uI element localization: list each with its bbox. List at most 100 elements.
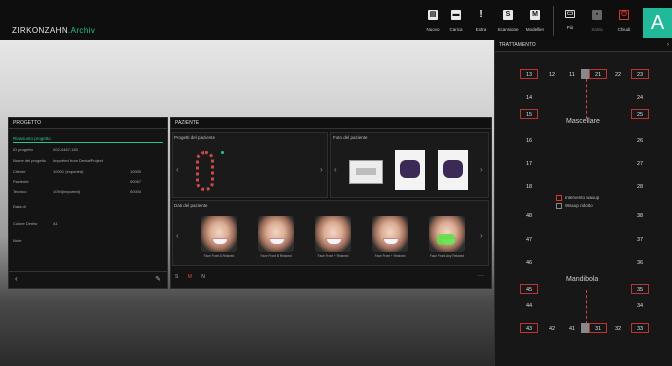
face-photo-label: Face Front + Relaxed bbox=[374, 254, 406, 258]
row-code: 00004 bbox=[130, 189, 142, 194]
tooth-33[interactable]: 33 bbox=[631, 323, 649, 333]
row-value: A1 bbox=[53, 221, 58, 226]
new-file-icon: ▤ bbox=[428, 10, 438, 20]
tooth-41[interactable]: 41 bbox=[563, 323, 581, 333]
face-photo[interactable] bbox=[372, 216, 408, 252]
row-code: 10000 bbox=[130, 169, 142, 174]
close-button[interactable]: ⏻ Chiudi bbox=[611, 10, 637, 36]
projects-next-arrow-icon[interactable]: › bbox=[320, 165, 323, 174]
extra-button[interactable]: ! Extra bbox=[468, 10, 494, 36]
tooth-43[interactable]: 43 bbox=[520, 323, 538, 333]
photo-thumbnail[interactable] bbox=[438, 150, 468, 190]
tooth-35[interactable]: 35 bbox=[631, 284, 649, 294]
tooth-26[interactable]: 26 bbox=[631, 135, 649, 145]
face-photo[interactable] bbox=[258, 216, 294, 252]
size-tabs: S M N bbox=[175, 274, 205, 280]
row-label: Nome del progetto bbox=[13, 158, 46, 163]
face-photo[interactable] bbox=[201, 216, 237, 252]
tooth-23[interactable]: 23 bbox=[631, 69, 649, 79]
tooth-44[interactable]: 44 bbox=[520, 300, 538, 310]
tooth-17[interactable]: 17 bbox=[520, 158, 538, 168]
data-prev-arrow-icon[interactable]: ‹ bbox=[176, 231, 179, 240]
legend-reduced-label: Waxup ridotto bbox=[565, 203, 593, 209]
row-code: 00067 bbox=[130, 179, 142, 184]
photos-prev-arrow-icon[interactable]: ‹ bbox=[334, 165, 337, 174]
back-arrow-icon[interactable]: ‹ bbox=[15, 274, 18, 283]
red-square-icon bbox=[556, 195, 562, 201]
midline-marker bbox=[581, 69, 589, 79]
tooth-22[interactable]: 22 bbox=[609, 69, 627, 79]
load-button[interactable]: ▬ Carica bbox=[443, 10, 469, 36]
data-next-arrow-icon[interactable]: › bbox=[480, 231, 483, 240]
tab-m[interactable]: M bbox=[188, 274, 192, 280]
tooth-36[interactable]: 36 bbox=[631, 257, 649, 267]
power-icon: ⏻ bbox=[619, 10, 629, 20]
tooth-25[interactable]: 25 bbox=[631, 109, 649, 119]
tooth-28[interactable]: 28 bbox=[631, 181, 649, 191]
tooth-18[interactable]: 18 bbox=[520, 181, 538, 191]
exclamation-icon: ! bbox=[479, 9, 483, 20]
modeller-icon: M bbox=[530, 10, 540, 20]
project-panel-title: PROGETTO bbox=[9, 118, 167, 129]
legend-waxup: Intervento waxup bbox=[556, 195, 599, 201]
photos-next-arrow-icon[interactable]: › bbox=[480, 165, 483, 174]
save-label: Salva bbox=[591, 27, 603, 32]
tooth-37[interactable]: 37 bbox=[631, 234, 649, 244]
project-summary-tab[interactable]: Riassunto progetto bbox=[13, 136, 163, 143]
row-label: Tecnico bbox=[13, 189, 27, 194]
tooth-14[interactable]: 14 bbox=[520, 92, 538, 102]
folder-icon: ▬ bbox=[451, 10, 461, 20]
face-photo[interactable] bbox=[315, 216, 351, 252]
top-toolbar: ZIRKONZAHN.Archiv ▤ Nuovo ▬ Carica ! Ext… bbox=[0, 0, 672, 41]
more-button[interactable]: ▭ Più bbox=[557, 10, 583, 36]
brand-name: ZIRKONZAHN bbox=[12, 26, 68, 35]
tab-n[interactable]: N bbox=[201, 274, 205, 280]
tooth-34[interactable]: 34 bbox=[631, 300, 649, 310]
edit-pencil-icon[interactable]: ✎ bbox=[155, 275, 161, 283]
tooth-42[interactable]: 42 bbox=[543, 323, 561, 333]
modeller-button[interactable]: M Modellier bbox=[522, 10, 548, 36]
photo-thumbnail[interactable] bbox=[395, 150, 425, 190]
tooth-24[interactable]: 24 bbox=[631, 92, 649, 102]
row-label: Paziente bbox=[13, 179, 29, 184]
save-button[interactable]: ▪ Salva bbox=[584, 10, 610, 36]
tooth-48[interactable]: 48 bbox=[520, 210, 538, 220]
save-icon: ▪ bbox=[592, 10, 602, 20]
dental-arch-thumbnail[interactable] bbox=[196, 151, 214, 191]
tooth-15[interactable]: 15 bbox=[520, 109, 538, 119]
midline-upper bbox=[586, 79, 587, 119]
tooth-27[interactable]: 27 bbox=[631, 158, 649, 168]
more-icon: ▭ bbox=[565, 10, 575, 18]
projects-prev-arrow-icon[interactable]: ‹ bbox=[176, 165, 179, 174]
project-panel: PROGETTO Riassunto progetto ID progetto … bbox=[8, 117, 168, 289]
tooth-45[interactable]: 45 bbox=[520, 284, 538, 294]
extra-label: Extra bbox=[475, 27, 487, 32]
tooth-21[interactable]: 21 bbox=[589, 69, 607, 79]
tooth-13[interactable]: 13 bbox=[520, 69, 538, 79]
face-photo[interactable] bbox=[429, 216, 465, 252]
photo-thumbnail[interactable] bbox=[349, 160, 383, 184]
row-value: 10001 (imported) bbox=[53, 169, 84, 174]
tooth-12[interactable]: 12 bbox=[543, 69, 561, 79]
user-avatar[interactable]: A bbox=[643, 8, 672, 38]
tooth-47[interactable]: 47 bbox=[520, 234, 538, 244]
patient-photos-label: Foto del paziente bbox=[333, 135, 368, 140]
tooth-11[interactable]: 11 bbox=[563, 69, 581, 79]
patient-data-label: Dati del paziente bbox=[174, 203, 208, 208]
face-photo-label: Face Front A Relaxed bbox=[203, 254, 235, 258]
more-options-icon[interactable]: ··· bbox=[478, 273, 484, 279]
row-label: ID progetto bbox=[13, 147, 33, 152]
collapse-chevron-icon[interactable]: › bbox=[667, 42, 669, 48]
scan-label: Scansione bbox=[497, 27, 519, 32]
row-value: 1094(imported) bbox=[53, 189, 81, 194]
tooth-46[interactable]: 46 bbox=[520, 257, 538, 267]
tooth-38[interactable]: 38 bbox=[631, 210, 649, 220]
scan-button[interactable]: S Scansione bbox=[495, 10, 521, 36]
tab-s[interactable]: S bbox=[175, 274, 178, 280]
face-photo-label: Face Front B Relaxed bbox=[260, 254, 292, 258]
tooth-32[interactable]: 32 bbox=[609, 323, 627, 333]
midline-lower bbox=[586, 290, 587, 324]
tooth-16[interactable]: 16 bbox=[520, 135, 538, 145]
close-label: Chiudi bbox=[617, 27, 631, 32]
tooth-31[interactable]: 31 bbox=[589, 323, 607, 333]
